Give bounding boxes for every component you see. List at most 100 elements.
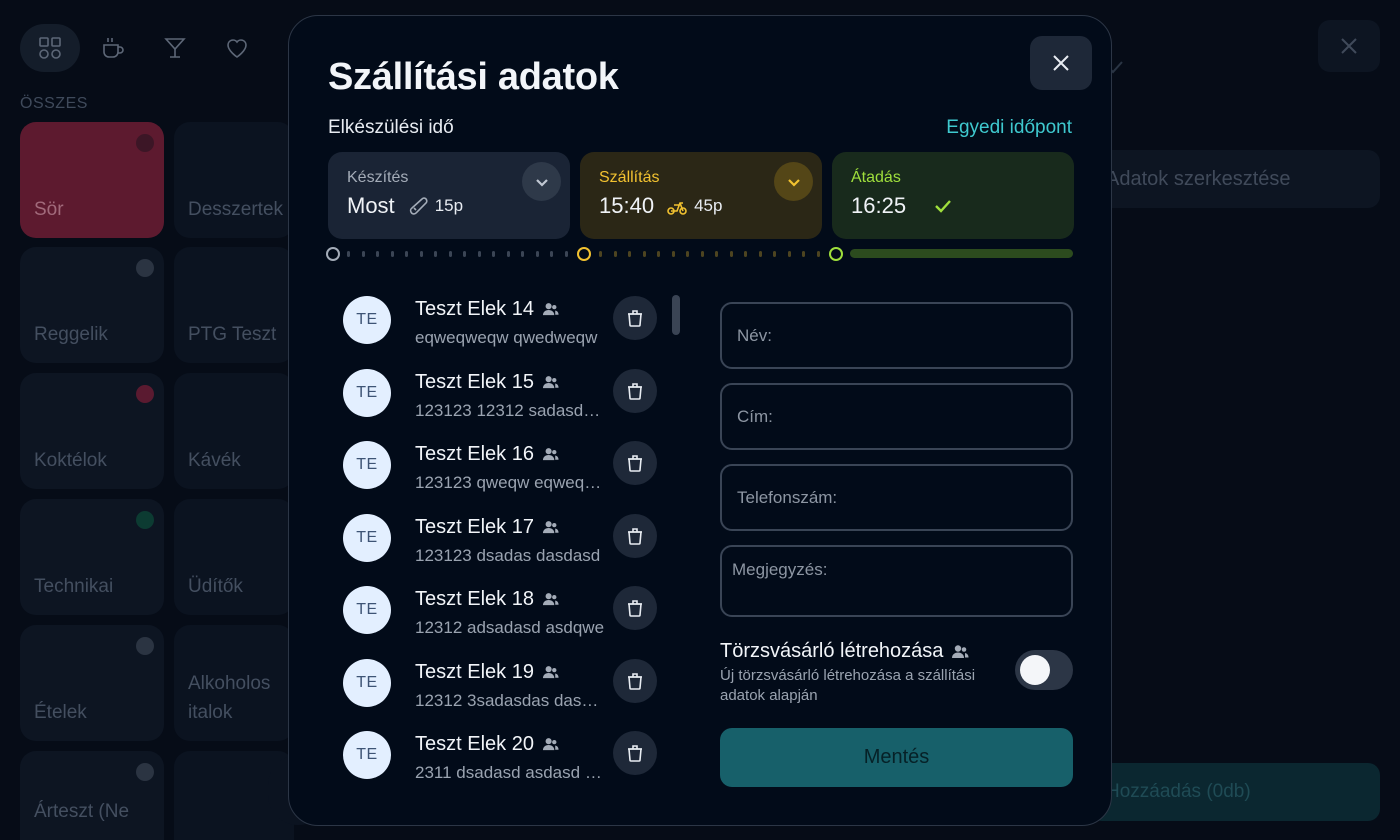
delete-customer-button[interactable] bbox=[613, 296, 657, 340]
prep-timeline-tick bbox=[492, 251, 495, 257]
category-tile[interactable]: Árteszt (Ne bbox=[20, 751, 164, 840]
customer-row[interactable]: TE Teszt Elek 17 123123 dsadas dasdasd bbox=[329, 506, 669, 578]
category-tile[interactable]: Koktélok bbox=[20, 373, 164, 489]
category-tile[interactable]: Sör bbox=[20, 122, 164, 238]
ship-expand-button[interactable] bbox=[774, 162, 813, 201]
prep-timeline-tick bbox=[463, 251, 466, 257]
toggle-knob bbox=[1020, 655, 1050, 685]
note-textarea[interactable] bbox=[722, 547, 1071, 615]
users-icon bbox=[542, 448, 559, 461]
all-categories-icon[interactable] bbox=[20, 24, 80, 72]
ship-timeline-tick bbox=[787, 251, 791, 257]
stage-card-prep[interactable]: Készítés Most 15p bbox=[328, 152, 570, 239]
delete-customer-button[interactable] bbox=[613, 513, 657, 558]
customer-name: Teszt Elek 16 bbox=[415, 443, 559, 466]
coffee-cup-icon[interactable] bbox=[84, 24, 142, 72]
prep-timeline-tick bbox=[376, 251, 379, 257]
prep-timeline-tick bbox=[506, 251, 510, 257]
phone-input[interactable] bbox=[722, 466, 1071, 529]
delete-customer-button[interactable] bbox=[613, 441, 657, 485]
ship-timeline-node bbox=[577, 247, 591, 261]
trash-icon bbox=[628, 382, 642, 400]
category-tile[interactable]: Kávék bbox=[174, 373, 294, 489]
stage-card-handover[interactable]: Átadás 16:25 bbox=[832, 152, 1074, 239]
regular-customers-list[interactable]: TE Teszt Elek 14 eqweqweqw qwedweqw TE Teszt… bbox=[329, 288, 689, 825]
cocktail-glass-icon[interactable] bbox=[146, 24, 204, 72]
ship-timeline-tick bbox=[657, 251, 660, 257]
ship-timeline-tick bbox=[729, 251, 733, 257]
avatar: TE bbox=[343, 731, 391, 779]
customer-row[interactable]: TE Teszt Elek 15 123123 12312 sadasdasd bbox=[329, 361, 669, 433]
prep-timeline-tick bbox=[477, 251, 481, 257]
stage-time: 16:25 bbox=[851, 193, 907, 218]
handover-progress-bar bbox=[850, 249, 1073, 258]
list-scrollbar[interactable] bbox=[672, 295, 680, 335]
customer-address: 123123 dsadas dasdasd bbox=[415, 545, 601, 565]
trash-icon bbox=[628, 745, 642, 762]
name-field[interactable] bbox=[720, 302, 1073, 369]
customer-row[interactable]: TE Teszt Elek 20 2311 dsadasd asdasd asd bbox=[329, 723, 669, 795]
prep-timeline-tick bbox=[361, 251, 365, 257]
ship-timeline-tick bbox=[613, 251, 617, 257]
edit-data-button[interactable]: Adatok szerkesztése bbox=[1090, 150, 1380, 208]
prep-timeline-tick bbox=[419, 251, 423, 257]
ship-timeline-tick bbox=[744, 251, 747, 257]
avatar: TE bbox=[343, 513, 391, 562]
customer-row[interactable]: TE Teszt Elek 16 123123 qweqw eqweqwe bbox=[329, 433, 669, 505]
customer-row[interactable]: TE Teszt Elek 18 12312 adsadasd asdqwe bbox=[329, 578, 669, 650]
prep-timeline-tick bbox=[347, 251, 350, 257]
modal-title: Szállítási adatok bbox=[328, 56, 619, 98]
customer-address: 123123 qweqw eqweqwe bbox=[415, 473, 605, 492]
ladle-icon bbox=[409, 197, 428, 215]
category-tile[interactable]: Technikai bbox=[20, 499, 164, 615]
prep-timeline-tick bbox=[535, 251, 539, 257]
delete-customer-button[interactable] bbox=[613, 658, 657, 703]
delete-customer-button[interactable] bbox=[613, 586, 657, 630]
regular-customer-title: Törzsvásárló létrehozása bbox=[720, 640, 969, 663]
customer-row[interactable]: TE Teszt Elek 14 eqweqweqw qwedweqw bbox=[329, 288, 669, 360]
category-tile[interactable]: Alkoholos italok bbox=[174, 625, 294, 741]
prep-expand-button[interactable] bbox=[522, 162, 561, 201]
ship-timeline-tick bbox=[758, 251, 762, 257]
prep-timeline-tick bbox=[564, 251, 568, 257]
category-tile[interactable]: PTG Teszt bbox=[174, 247, 294, 363]
address-input[interactable] bbox=[722, 385, 1071, 448]
heart-icon[interactable] bbox=[208, 24, 266, 72]
background-close-button[interactable] bbox=[1318, 20, 1380, 72]
timeline bbox=[326, 246, 1074, 262]
save-button[interactable]: Mentés bbox=[720, 728, 1073, 787]
address-field[interactable] bbox=[720, 383, 1073, 450]
ship-timeline-tick bbox=[628, 251, 631, 257]
category-tile[interactable]: Desszertek bbox=[174, 122, 294, 238]
users-icon bbox=[542, 665, 559, 678]
stage-card-ship[interactable]: Szállítás 15:40 45p bbox=[580, 152, 822, 239]
note-field[interactable] bbox=[720, 545, 1073, 617]
avatar: TE bbox=[343, 296, 391, 344]
close-icon bbox=[1053, 55, 1069, 71]
avatar: TE bbox=[343, 586, 391, 634]
customer-row[interactable]: TE Teszt Elek 19 12312 3sadasdas dasdas bbox=[329, 651, 669, 723]
phone-field[interactable] bbox=[720, 464, 1073, 531]
prep-timeline-tick bbox=[434, 251, 437, 257]
chevron-down-icon bbox=[535, 178, 548, 187]
add-button[interactable]: Hozzáadás (0db) bbox=[1090, 763, 1380, 821]
category-tile[interactable]: Reggelik bbox=[20, 247, 164, 363]
customer-name: Teszt Elek 19 bbox=[415, 661, 559, 684]
delete-customer-button[interactable] bbox=[613, 368, 657, 413]
stage-time: Most bbox=[347, 193, 395, 218]
ship-timeline-tick bbox=[642, 251, 646, 257]
category-tile[interactable]: Üdítők bbox=[174, 499, 294, 615]
customer-address: 123123 12312 sadasdasd bbox=[415, 400, 605, 420]
trash-icon bbox=[628, 672, 642, 690]
prep-timeline-tick bbox=[448, 251, 452, 257]
name-input[interactable] bbox=[722, 304, 1071, 367]
check-icon bbox=[935, 200, 951, 213]
close-button[interactable] bbox=[1030, 36, 1092, 90]
custom-time-link[interactable]: Egyedi időpont bbox=[946, 117, 1072, 139]
category-tile[interactable]: Ételek bbox=[20, 625, 164, 741]
regular-customer-toggle[interactable] bbox=[1015, 650, 1073, 690]
customer-name: Teszt Elek 20 bbox=[415, 733, 559, 756]
delete-customer-button[interactable] bbox=[613, 731, 657, 775]
users-icon bbox=[542, 593, 559, 606]
ship-timeline-tick bbox=[773, 251, 776, 257]
